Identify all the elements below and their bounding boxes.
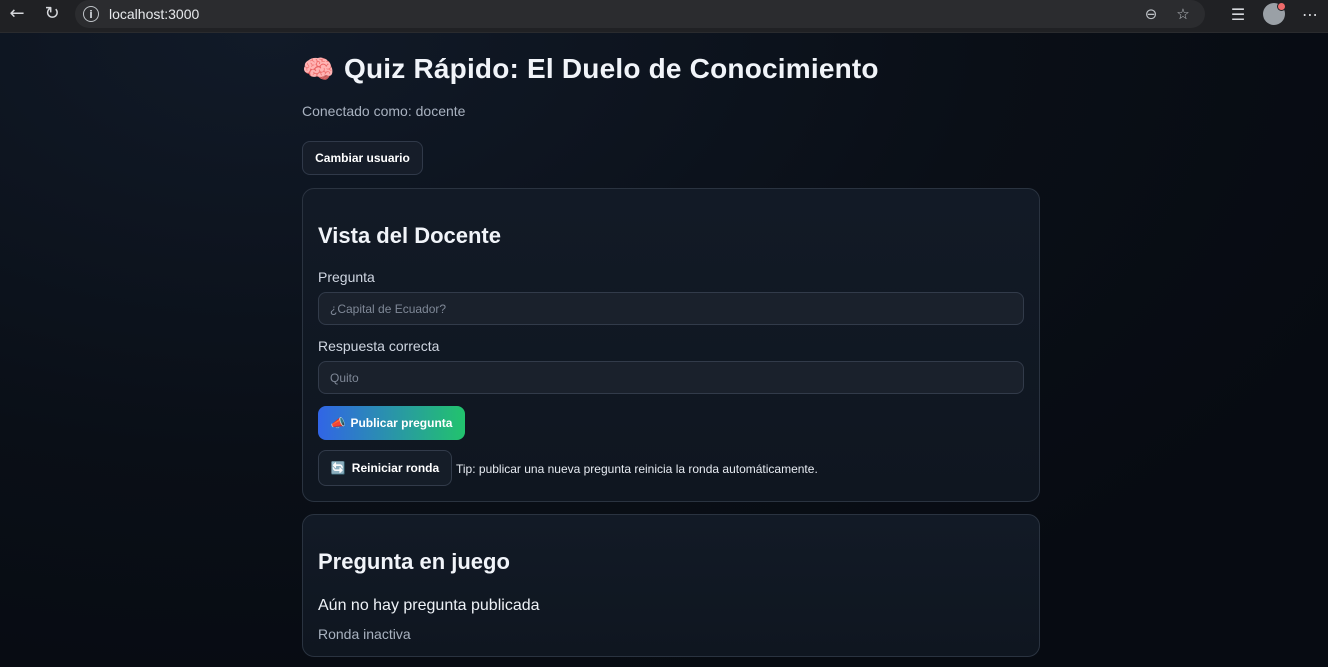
favorites-icon[interactable]: ☰: [1220, 0, 1256, 28]
page: 🧠 Quiz Rápido: El Duelo de Conocimiento C…: [0, 33, 1328, 667]
reload-icon[interactable]: ↻: [35, 0, 69, 26]
avatar: [1263, 2, 1286, 25]
url-text: localhost:3000: [109, 6, 200, 22]
back-arrow-icon[interactable]: ←: [0, 0, 34, 26]
teacher-view-card: Vista del Docente Pregunta Respuesta cor…: [302, 188, 1040, 502]
megaphone-icon: 📣: [330, 416, 346, 430]
title-text: Quiz Rápido: El Duelo de Conocimiento: [344, 53, 879, 84]
info-icon[interactable]: i: [83, 6, 99, 22]
address-bar[interactable]: i localhost:3000 ⊖ ☆: [75, 0, 1205, 28]
browser-toolbar: ← ↻ i localhost:3000 ⊖ ☆ ☰ ⋯: [0, 0, 1328, 33]
page-title: 🧠 Quiz Rápido: El Duelo de Conocimiento: [302, 53, 879, 85]
question-label: Pregunta: [318, 269, 375, 285]
tip-text: Tip: publicar una nueva pregunta reinici…: [456, 462, 818, 476]
question-input[interactable]: [318, 292, 1024, 325]
reset-button-label: Reiniciar ronda: [351, 461, 440, 475]
current-question-message: Aún no hay pregunta publicada: [318, 597, 540, 614]
change-user-button[interactable]: Cambiar usuario: [302, 141, 423, 175]
current-question-card: Pregunta en juego Aún no hay pregunta pu…: [302, 514, 1040, 657]
more-icon[interactable]: ⋯: [1292, 0, 1328, 28]
zoom-out-icon[interactable]: ⊖: [1137, 0, 1165, 28]
teacher-view-heading: Vista del Docente: [318, 223, 501, 248]
answer-label: Respuesta correcta: [318, 338, 440, 354]
repeat-icon: 🔄: [330, 461, 346, 475]
star-icon[interactable]: ☆: [1169, 0, 1197, 28]
connected-user-text: Conectado como: docente: [302, 103, 466, 119]
round-status: Ronda inactiva: [318, 626, 411, 642]
publish-button-label: Publicar pregunta: [350, 416, 453, 430]
brain-icon: 🧠: [302, 55, 335, 85]
answer-input[interactable]: [318, 361, 1024, 394]
publish-question-button[interactable]: 📣 Publicar pregunta: [318, 406, 465, 440]
profile-button[interactable]: [1256, 0, 1292, 28]
browser-right-icons: ☰ ⋯: [1220, 0, 1328, 28]
current-question-heading: Pregunta en juego: [318, 549, 510, 574]
reset-round-button[interactable]: 🔄 Reiniciar ronda: [318, 450, 452, 486]
